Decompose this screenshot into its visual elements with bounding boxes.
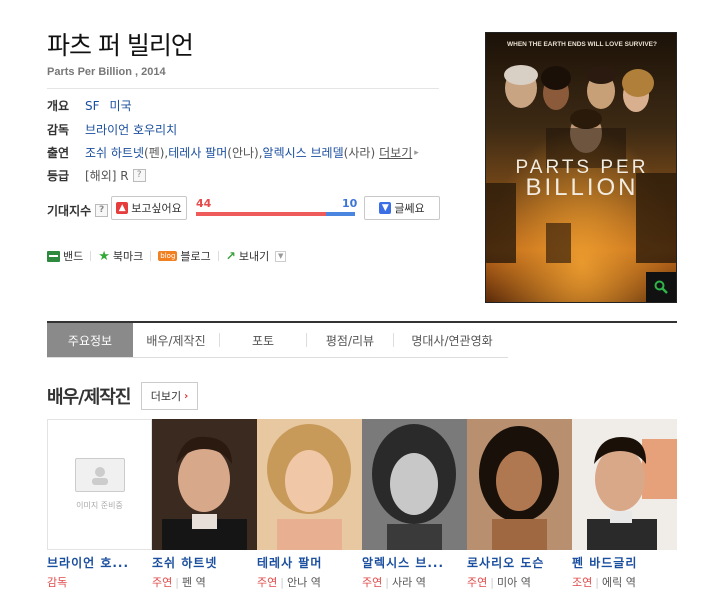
cast-photo[interactable] xyxy=(467,419,572,550)
cast-link-3[interactable]: 알렉시스 브레델 xyxy=(263,144,344,161)
cast-list: 이미지 준비중 브라이언 호... 감독 조쉬 하트넷 주연 | 펜 역 테레사 팔… xyxy=(47,419,677,590)
tab-main-info[interactable]: 주요정보 xyxy=(47,323,133,357)
band-icon xyxy=(47,250,60,262)
not-sure-button[interactable]: ▼ 글쎄요 xyxy=(364,196,440,220)
expect-ratio-fill xyxy=(196,212,326,216)
chevron-down-icon[interactable]: ▼ xyxy=(275,250,287,262)
thumbs-down-icon: ▼ xyxy=(379,202,392,214)
cast-more-button[interactable]: 더보기 › xyxy=(141,382,198,410)
director-link[interactable]: 브라이언 호우리치 xyxy=(85,121,177,138)
magnifier-icon xyxy=(654,280,668,294)
divider xyxy=(217,251,219,261)
rating-row: 등급 [해외] R ? xyxy=(47,167,146,184)
cast-name[interactable]: 조쉬 하트넷 xyxy=(152,554,257,571)
chevron-right-icon: ▸ xyxy=(414,147,419,158)
divider xyxy=(90,251,92,261)
divider xyxy=(150,251,152,261)
cast-photo[interactable] xyxy=(152,419,257,550)
like-count: 44 xyxy=(196,197,212,210)
cast-card[interactable]: 조쉬 하트넷 주연 | 펜 역 xyxy=(152,419,257,590)
role-type: 감독 xyxy=(47,576,68,589)
cast-card[interactable]: 펜 바드글리 조연 | 에릭 역 xyxy=(572,419,677,590)
poster-title-2: BILLION xyxy=(525,174,638,201)
blog-icon: blog xyxy=(158,251,178,261)
chevron-right-icon: › xyxy=(184,390,189,402)
zoom-button[interactable] xyxy=(646,272,676,302)
band-share-button[interactable]: 밴드 xyxy=(47,248,83,264)
cast-name[interactable]: 펜 바드글리 xyxy=(572,554,677,571)
tab-bar: 주요정보 배우/제작진 포토 평점/리뷰 명대사/연관영화 xyxy=(47,323,510,357)
cast-name[interactable]: 브라이언 호... xyxy=(47,554,152,571)
divider xyxy=(47,88,439,89)
divider xyxy=(47,357,508,358)
tab-cast-crew[interactable]: 배우/제작진 xyxy=(133,323,219,357)
cast-photo[interactable] xyxy=(572,419,677,550)
country-link[interactable]: 미국 xyxy=(110,97,132,114)
page-title: 파츠 퍼 빌리언 xyxy=(47,31,194,60)
cast-card[interactable]: 이미지 준비중 브라이언 호... 감독 xyxy=(47,419,152,590)
dislike-count: 10 xyxy=(342,197,358,210)
tab-photo[interactable]: 포토 xyxy=(220,323,306,357)
share-bar: 밴드 ★ 북마크 blog 블로그 ↗ 보내기 ▼ xyxy=(47,248,287,264)
share-arrow-icon: ↗ xyxy=(225,249,236,263)
cast-photo[interactable] xyxy=(362,419,467,550)
cast-name[interactable]: 알렉시스 브... xyxy=(362,554,467,571)
person-placeholder-icon xyxy=(74,458,125,492)
genre-link[interactable]: SF xyxy=(85,99,100,113)
section-title: 배우/제작진 xyxy=(47,387,131,408)
expect-index-label: 기대지수 ? xyxy=(47,202,109,219)
cast-card[interactable]: 로사리오 도슨 주연 | 미아 역 xyxy=(467,419,572,590)
cast-row: 출연 조쉬 하트넷(펜), 테레사 팔머(안나), 알렉시스 브레델(사라) 더… xyxy=(47,144,419,161)
cast-more-link[interactable]: 더보기 xyxy=(379,144,412,161)
help-icon[interactable]: ? xyxy=(95,204,109,217)
overview-label: 개요 xyxy=(47,99,70,113)
cast-photo[interactable] xyxy=(257,419,362,550)
want-to-see-button[interactable]: ▲ 보고싶어요 xyxy=(111,196,187,220)
cast-label: 출연 xyxy=(47,146,70,160)
cast-name[interactable]: 테레사 팔머 xyxy=(257,554,362,571)
movie-poster[interactable]: WHEN THE EARTH ENDS WILL LOVE SURVIVE? P… xyxy=(485,32,677,303)
no-image-text: 이미지 준비중 xyxy=(76,501,123,510)
original-title: Parts Per Billion , 2014 xyxy=(47,66,166,78)
director-label: 감독 xyxy=(47,123,70,137)
overview-row: 개요 SF 미국 xyxy=(47,97,132,114)
cast-link-1[interactable]: 조쉬 하트넷 xyxy=(85,144,144,161)
help-icon[interactable]: ? xyxy=(132,169,146,182)
star-icon: ★ xyxy=(98,248,110,264)
expect-ratio-bar xyxy=(196,212,355,216)
tab-quotes-related[interactable]: 명대사/연관영화 xyxy=(394,323,510,357)
cast-card[interactable]: 테레사 팔머 주연 | 안나 역 xyxy=(257,419,362,590)
bookmark-button[interactable]: ★ 북마크 xyxy=(98,248,143,264)
rating-label: 등급 xyxy=(47,169,70,183)
rating-value: [해외] R xyxy=(85,169,129,183)
cast-card[interactable]: 알렉시스 브... 주연 | 사라 역 xyxy=(362,419,467,590)
cast-link-2[interactable]: 테레사 팔머 xyxy=(168,144,227,161)
poster-tagline: WHEN THE EARTH ENDS WILL LOVE SURVIVE? xyxy=(507,41,657,48)
blog-share-button[interactable]: blog 블로그 xyxy=(158,248,211,264)
cast-name[interactable]: 로사리오 도슨 xyxy=(467,554,572,571)
poster-image: WHEN THE EARTH ENDS WILL LOVE SURVIVE? P… xyxy=(486,33,676,302)
thumbs-up-icon: ▲ xyxy=(116,202,129,214)
director-row: 감독 브라이언 호우리치 xyxy=(47,121,177,138)
no-image-placeholder[interactable]: 이미지 준비중 xyxy=(47,419,152,550)
send-button[interactable]: ↗ 보내기 ▼ xyxy=(225,248,287,264)
tab-reviews[interactable]: 평점/리뷰 xyxy=(307,323,393,357)
